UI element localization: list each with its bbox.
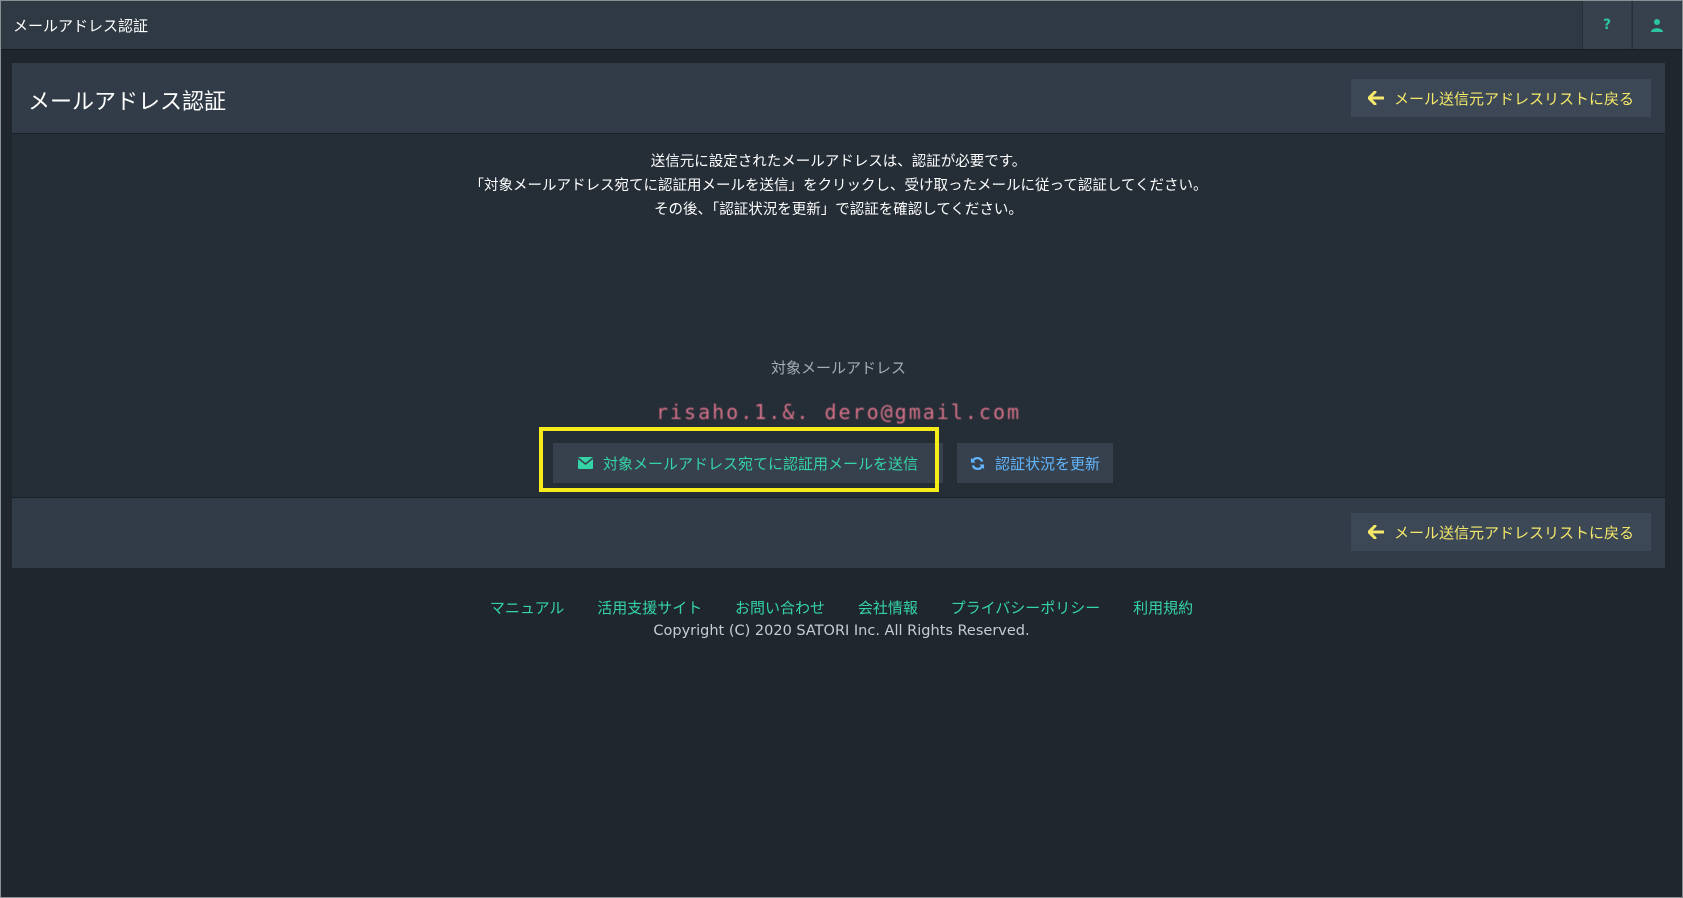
user-icon — [1650, 18, 1664, 32]
back-button-label: メール送信元アドレスリストに戻る — [1393, 523, 1634, 542]
target-email-value: risaho.1.&. dero@gmail.com — [655, 400, 1022, 424]
instructions: 送信元に設定されたメールアドレスは、認証が必要です。 「対象メールアドレス宛てに… — [12, 150, 1665, 222]
target-email-label: 対象メールアドレス — [770, 359, 906, 377]
verification-panel: メールアドレス認証 メール送信元アドレスリストに戻る 送信元に設定されたメールア… — [12, 63, 1665, 568]
app-title: メールアドレス認証 — [13, 17, 149, 35]
question-icon: ? — [1602, 17, 1612, 33]
footer-link-support-site[interactable]: 活用支援サイト — [597, 599, 702, 617]
help-button[interactable]: ? — [1582, 1, 1631, 49]
send-verification-email-button[interactable]: 対象メールアドレス宛てに認証用メールを送信 — [553, 443, 943, 483]
user-menu-button[interactable] — [1632, 1, 1681, 49]
footer-link-company[interactable]: 会社情報 — [858, 599, 918, 617]
back-to-sender-list-button-top[interactable]: メール送信元アドレスリストに戻る — [1351, 79, 1651, 117]
arrow-left-icon — [1367, 525, 1384, 539]
envelope-icon — [577, 457, 593, 469]
refresh-status-button[interactable]: 認証状況を更新 — [957, 443, 1113, 483]
refresh-icon — [970, 456, 985, 471]
instruction-line-2: 「対象メールアドレス宛てに認証用メールを送信」をクリックし、受け取ったメールに従… — [469, 178, 1208, 194]
footer-link-contact[interactable]: お問い合わせ — [735, 599, 825, 617]
panel-body: 送信元に設定されたメールアドレスは、認証が必要です。 「対象メールアドレス宛てに… — [12, 134, 1665, 496]
instruction-line-1: 送信元に設定されたメールアドレスは、認証が必要です。 — [650, 154, 1027, 170]
footer-link-manual[interactable]: マニュアル — [490, 599, 565, 617]
panel-header: メールアドレス認証 メール送信元アドレスリストに戻る — [12, 63, 1665, 134]
top-bar: メールアドレス認証 ? — [1, 1, 1682, 50]
copyright: Copyright (C) 2020 SATORI Inc. All Right… — [653, 623, 1030, 639]
back-to-sender-list-button-bottom[interactable]: メール送信元アドレスリストに戻る — [1351, 513, 1651, 551]
arrow-left-icon — [1367, 91, 1384, 105]
instruction-line-3: その後、「認証状況を更新」で認証を確認してください。 — [654, 202, 1023, 218]
refresh-button-label: 認証状況を更新 — [994, 454, 1100, 473]
footer-link-terms[interactable]: 利用規約 — [1133, 599, 1193, 617]
panel-footer: メール送信元アドレスリストに戻る — [12, 497, 1665, 568]
back-button-label: メール送信元アドレスリストに戻る — [1393, 89, 1634, 108]
page-title: メールアドレス認証 — [28, 90, 227, 115]
app-window: メールアドレス認証 ? メールアドレス認証 メール送信元アドレスリストに戻る 送… — [0, 0, 1683, 898]
send-button-label: 対象メールアドレス宛てに認証用メールを送信 — [602, 454, 918, 473]
footer-link-privacy[interactable]: プライバシーポリシー — [951, 599, 1101, 617]
footer-links: マニュアル 活用支援サイト お問い合わせ 会社情報 プライバシーポリシー 利用規… — [1, 597, 1682, 618]
